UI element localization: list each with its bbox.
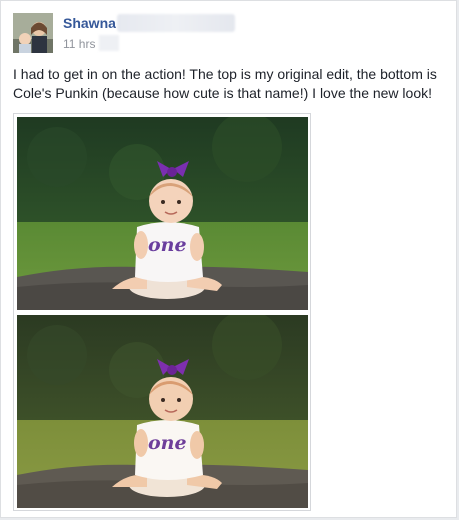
post-timestamp-link[interactable]: 11 hrs [63, 37, 95, 51]
onesie-text: one [148, 432, 187, 454]
onesie-text: one [148, 234, 187, 256]
post-text: I had to get in on the action! The top i… [13, 66, 437, 101]
feed-post: Shawna 11 hrs I had to get in on the act… [0, 0, 457, 518]
author-name-link[interactable]: Shawna [63, 15, 116, 31]
redacted-privacy-icon [99, 35, 119, 51]
photo-coles-punkin-edit[interactable]: one [17, 315, 308, 508]
photo-original-edit[interactable]: one [17, 117, 308, 310]
photo-attachment[interactable]: one one [13, 113, 311, 511]
redacted-surname [117, 14, 235, 32]
avatar[interactable] [13, 13, 53, 53]
avatar-image [13, 13, 53, 53]
